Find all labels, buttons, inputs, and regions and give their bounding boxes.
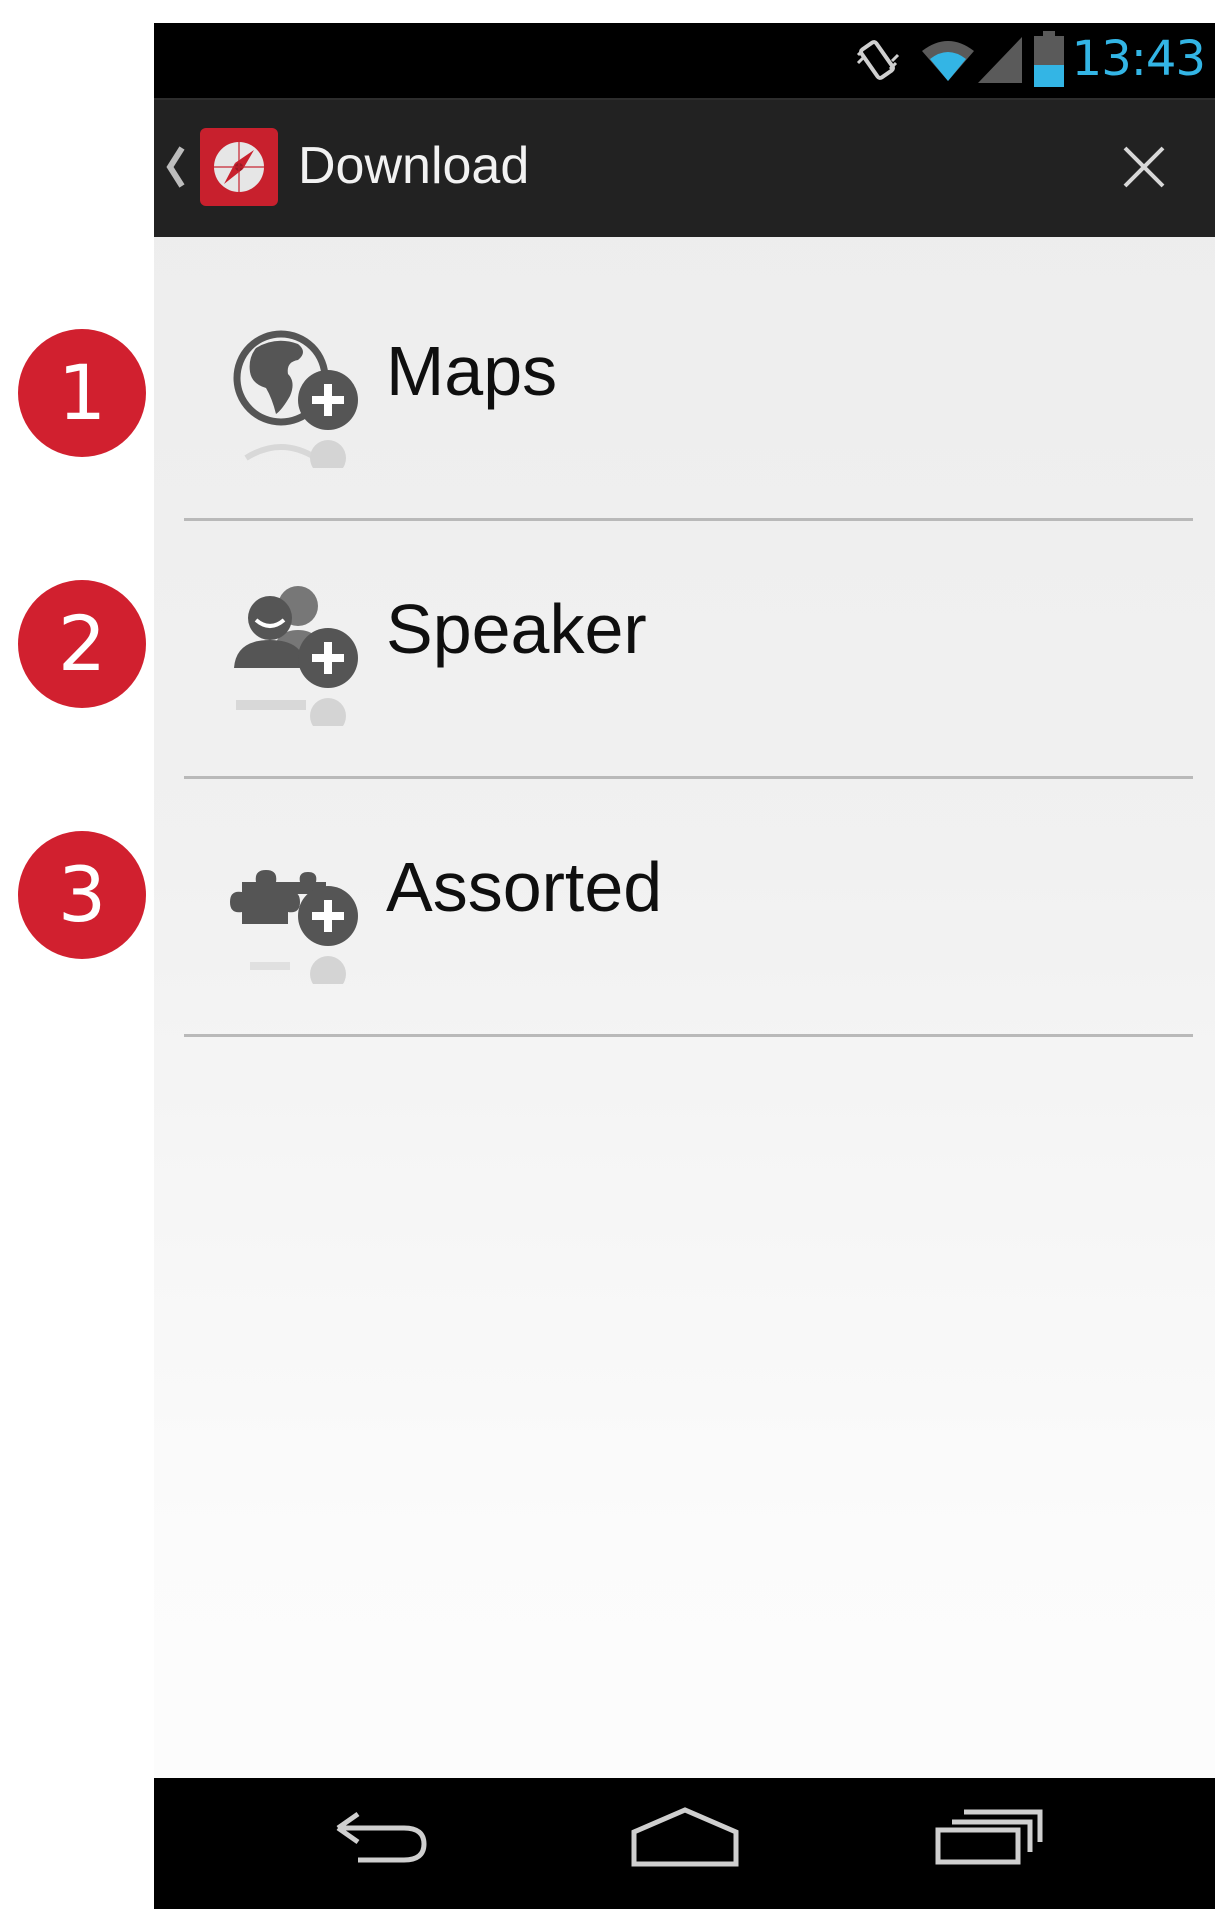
- people-add-icon: [226, 576, 366, 734]
- compass-logo-icon[interactable]: [200, 128, 278, 206]
- chevron-left-icon[interactable]: [164, 144, 186, 195]
- home-icon[interactable]: [630, 1806, 740, 1875]
- list-item-maps[interactable]: Maps: [184, 263, 1193, 521]
- list-item-label: Maps: [386, 332, 558, 410]
- wifi-icon: [920, 35, 976, 88]
- puzzle-add-icon: [226, 834, 366, 992]
- navigation-bar: [154, 1778, 1215, 1909]
- list-item-speaker[interactable]: Speaker: [184, 521, 1193, 779]
- back-icon[interactable]: [334, 1806, 434, 1871]
- globe-add-icon: [226, 318, 366, 476]
- action-bar: Download: [154, 98, 1215, 237]
- callout-badge-1: 1: [18, 329, 146, 457]
- status-clock: 13:43: [1071, 31, 1206, 87]
- phone-screen: 13:43 Download Maps Speaker Assorted: [154, 23, 1215, 1909]
- list-item-label: Speaker: [386, 590, 647, 668]
- page-title: Download: [298, 137, 530, 195]
- status-bar: 13:43: [154, 23, 1215, 98]
- close-icon[interactable]: [1121, 144, 1167, 190]
- list-item-label: Assorted: [386, 848, 663, 926]
- signal-icon: [976, 35, 1024, 90]
- callout-badge-2: 2: [18, 580, 146, 708]
- callout-badge-3: 3: [18, 831, 146, 959]
- recents-icon[interactable]: [934, 1806, 1044, 1871]
- page: 1 2 3 13:43 Download Maps Speaker Assort…: [0, 0, 1215, 1909]
- battery-icon: [1034, 31, 1064, 92]
- vibrate-icon: [854, 35, 900, 90]
- list-item-assorted[interactable]: Assorted: [184, 779, 1193, 1037]
